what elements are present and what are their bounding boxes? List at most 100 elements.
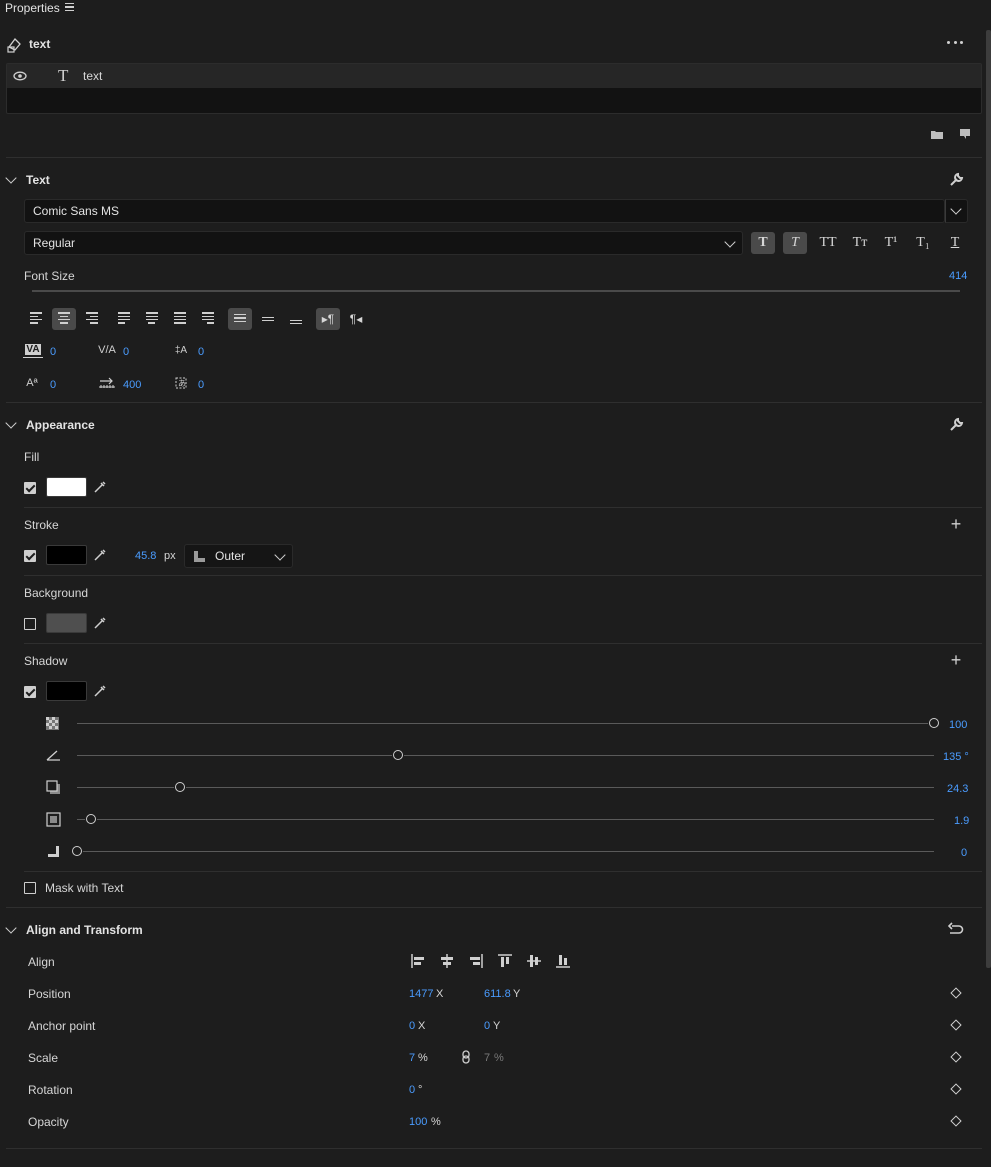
superscript-button[interactable]: T¹ — [879, 232, 903, 254]
align-left-edges-icon[interactable] — [410, 952, 426, 970]
faux-bold-button[interactable]: T — [751, 232, 775, 254]
shadow-angle-slider-track[interactable] — [77, 755, 393, 756]
align-right-edges-icon[interactable] — [468, 952, 484, 970]
shadow-size-slider-handle[interactable] — [85, 814, 96, 824]
wrench-icon[interactable] — [948, 416, 964, 432]
wrench-icon[interactable] — [948, 171, 964, 187]
add-stroke-icon[interactable]: + — [948, 514, 964, 534]
shadow-distance-slider-track[interactable] — [77, 787, 174, 788]
shadow-size-slider-track[interactable] — [96, 819, 934, 820]
shadow-distance-slider-track[interactable] — [185, 787, 934, 788]
position-x-value[interactable]: 1477 — [409, 988, 433, 1000]
shadow-distance-value[interactable]: 24.3 — [947, 783, 968, 795]
stroke-width-value[interactable]: 45.8 — [135, 550, 156, 562]
mask-with-text-checkbox[interactable] — [24, 882, 36, 894]
font-size-value[interactable]: 414 — [949, 270, 967, 282]
all-caps-button[interactable]: TT — [815, 232, 841, 254]
small-caps-button[interactable]: Tт — [847, 232, 873, 254]
align-transform-section-title: Align and Transform — [26, 923, 143, 937]
align-center-button[interactable] — [52, 308, 76, 330]
scale-keyframe-icon[interactable] — [950, 1051, 962, 1063]
shadow-blur-slider-track[interactable] — [83, 851, 934, 852]
shadow-opacity-slider-track[interactable] — [77, 723, 928, 724]
align-top-text-button[interactable] — [228, 308, 252, 330]
faux-italic-button[interactable]: T — [783, 232, 807, 254]
eye-icon[interactable] — [13, 69, 27, 83]
shadow-angle-value[interactable]: 135 ° — [943, 751, 969, 763]
align-label: Align — [28, 955, 55, 969]
anchor-keyframe-icon[interactable] — [950, 1019, 962, 1031]
anchor-y-value[interactable]: 0 — [484, 1020, 490, 1032]
rtl-text-button[interactable]: ¶◂ — [344, 308, 368, 330]
eyedropper-icon[interactable] — [92, 479, 108, 495]
kerning-value[interactable]: 0 — [50, 346, 56, 358]
align-horizontal-centers-icon[interactable] — [439, 952, 455, 970]
fill-checkbox[interactable] — [24, 482, 36, 494]
stroke-color-swatch[interactable] — [46, 545, 87, 565]
leading-value[interactable]: 0 — [198, 346, 204, 358]
tab-width-value[interactable]: 400 — [123, 379, 141, 391]
new-layer-icon[interactable] — [959, 128, 971, 140]
ltr-text-button[interactable]: ▸¶ — [316, 308, 340, 330]
background-color-swatch[interactable] — [46, 613, 87, 633]
background-checkbox[interactable] — [24, 618, 36, 630]
align-left-button[interactable] — [24, 308, 48, 330]
shadow-blur-slider-handle[interactable] — [72, 846, 82, 856]
eyedropper-icon[interactable] — [92, 615, 108, 631]
anchor-y-axis-label: Y — [493, 1020, 501, 1032]
align-transform-section-collapse-chevron[interactable] — [5, 922, 17, 934]
eyedropper-icon[interactable] — [92, 547, 108, 563]
tracking-value[interactable]: 0 — [123, 346, 129, 358]
new-group-icon[interactable] — [930, 128, 944, 140]
font-size-slider[interactable] — [32, 290, 960, 292]
position-keyframe-icon[interactable] — [950, 987, 962, 999]
underline-button[interactable]: T — [943, 232, 967, 254]
link-scale-icon[interactable] — [461, 1049, 471, 1065]
reset-icon[interactable] — [947, 921, 965, 937]
shadow-opacity-value[interactable]: 100 — [949, 719, 967, 731]
font-style-select[interactable]: Regular — [24, 231, 743, 255]
scrollbar[interactable] — [986, 30, 991, 968]
shadow-blur-value[interactable]: 0 — [961, 847, 967, 859]
shadow-distance-slider-handle[interactable] — [174, 782, 185, 792]
shadow-size-value[interactable]: 1.9 — [954, 815, 969, 827]
anchor-x-value[interactable]: 0 — [409, 1020, 415, 1032]
align-center-text-button[interactable] — [256, 308, 280, 330]
shadow-size-slider-track[interactable] — [77, 819, 85, 820]
align-bottom-edges-icon[interactable] — [555, 952, 571, 970]
layer-row[interactable]: T text — [7, 64, 981, 88]
eyedropper-icon[interactable] — [92, 683, 108, 699]
align-top-edges-icon[interactable] — [497, 952, 513, 970]
shadow-angle-slider-track[interactable] — [404, 755, 934, 756]
rotation-value[interactable]: 0 — [409, 1084, 415, 1096]
appearance-section-collapse-chevron[interactable] — [5, 417, 17, 429]
rotation-keyframe-icon[interactable] — [950, 1083, 962, 1095]
scale-value[interactable]: 7 — [409, 1052, 415, 1064]
shadow-angle-slider-handle[interactable] — [393, 750, 404, 760]
shadow-opacity-slider-handle[interactable] — [929, 718, 939, 728]
add-shadow-icon[interactable]: + — [948, 650, 964, 670]
fill-color-swatch[interactable] — [46, 477, 87, 497]
position-y-value[interactable]: 611.8 — [484, 988, 511, 1000]
stroke-position-select[interactable]: Outer — [184, 544, 293, 568]
opacity-value[interactable]: 100 — [409, 1116, 427, 1128]
font-family-dropdown-button[interactable] — [945, 199, 968, 223]
justify-right-button[interactable] — [196, 308, 220, 330]
opacity-keyframe-icon[interactable] — [950, 1115, 962, 1127]
panel-menu-icon[interactable] — [65, 3, 74, 11]
subscript-button[interactable]: T₁ — [911, 232, 935, 254]
align-right-button[interactable] — [80, 308, 104, 330]
justify-left-button[interactable] — [112, 308, 136, 330]
font-family-select[interactable]: Comic Sans MS — [24, 199, 945, 223]
align-vertical-centers-icon[interactable] — [526, 952, 542, 970]
more-options-icon[interactable] — [947, 41, 963, 45]
shadow-checkbox[interactable] — [24, 686, 36, 698]
shadow-color-swatch[interactable] — [46, 681, 87, 701]
stroke-checkbox[interactable] — [24, 550, 36, 562]
justify-all-button[interactable] — [168, 308, 192, 330]
tsume-value[interactable]: 0 — [198, 379, 204, 391]
text-section-collapse-chevron[interactable] — [5, 172, 17, 184]
baseline-shift-value[interactable]: 0 — [50, 379, 56, 391]
justify-center-button[interactable] — [140, 308, 164, 330]
align-bottom-text-button[interactable] — [284, 308, 308, 330]
